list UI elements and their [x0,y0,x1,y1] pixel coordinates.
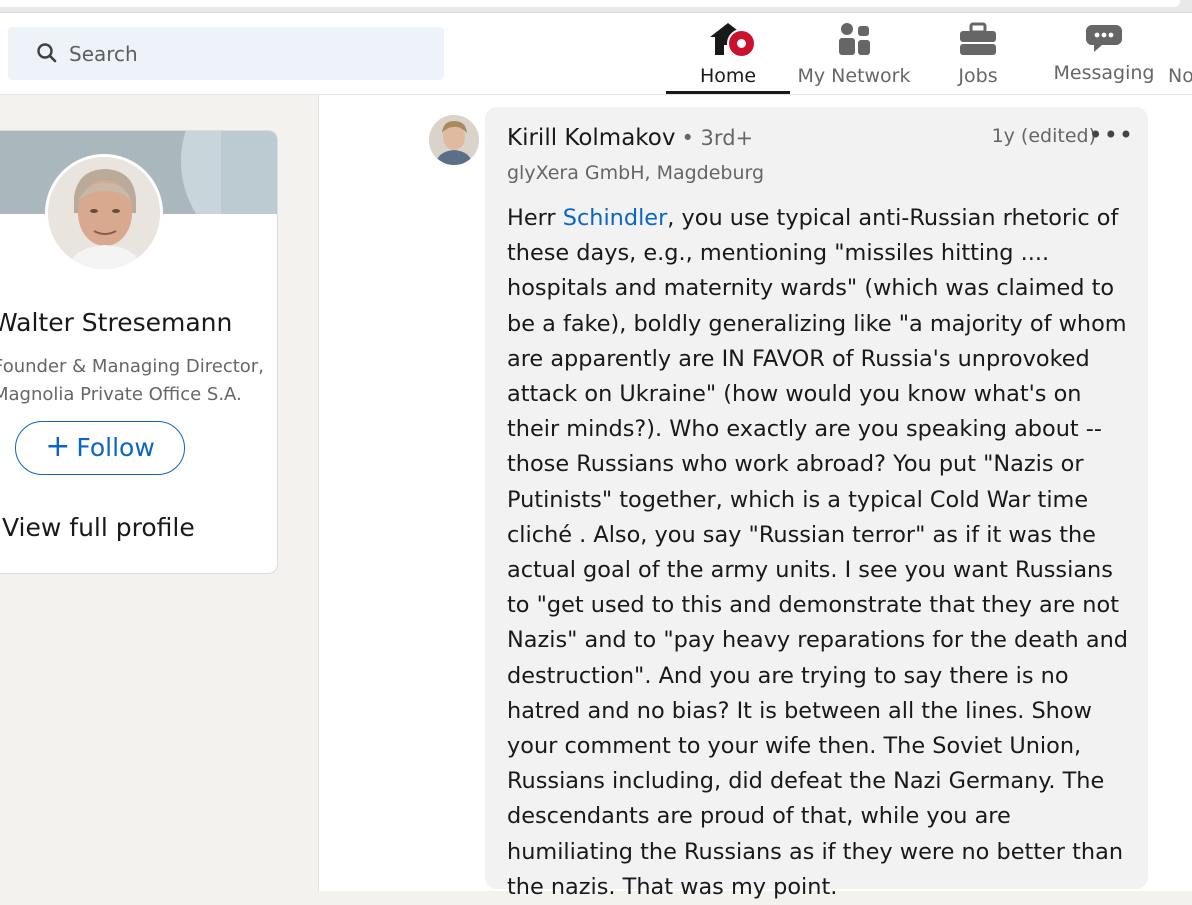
nav-my-network-label: My Network [797,65,911,87]
nav-jobs-label: Jobs [958,65,998,87]
profile-headline-line2: Magnolia Private Office S.A. [0,384,242,405]
nav-notifications-label: No [1168,65,1192,87]
comment-author-name[interactable]: Kirill Kolmakov [507,125,676,151]
comment-text-body: , you use typical anti-Russian rhetoric … [507,205,1128,900]
nav-my-network[interactable]: My Network [792,13,916,94]
nav-messaging[interactable]: Messaging [1048,13,1160,94]
comment-text-prefix: Herr [507,205,563,231]
nav-messaging-label: Messaging [1053,62,1155,84]
profile-card: Walter Stresemann Founder & Managing Dir… [0,130,278,574]
nav-notifications[interactable]: No [1168,13,1192,94]
commenter-avatar[interactable] [429,115,479,165]
plus-icon: + [45,429,71,464]
mention-link[interactable]: Schindler [563,205,668,231]
comment-feed: Kirill Kolmakov • 3rd+ 1y (edited) ••• gl… [319,95,1192,900]
profile-name[interactable]: Walter Stresemann [0,308,232,337]
comment-bubble: Kirill Kolmakov • 3rd+ 1y (edited) ••• gl… [485,107,1148,900]
search-placeholder: Search [69,42,138,66]
notification-badge [727,29,756,58]
profile-avatar[interactable] [45,154,163,272]
follow-button[interactable]: + Follow [15,421,185,475]
profile-headline-line1: Founder & Managing Director, [0,356,264,377]
chat-icon [1084,21,1124,59]
people-icon [834,21,874,61]
left-sidebar: Walter Stresemann Founder & Managing Dir… [0,95,319,891]
search-input[interactable]: Search [8,27,444,80]
view-full-profile-link[interactable]: View full profile [2,513,195,542]
nav-jobs[interactable]: Jobs [930,13,1026,94]
active-indicator [666,91,790,94]
search-icon [36,42,58,68]
comment-author[interactable]: Kirill Kolmakov • 3rd+ [507,125,753,151]
global-nav: Search Home My Network Jobs Messaging No [0,13,1192,95]
follow-label: Follow [76,433,155,462]
profile-headline: Founder & Managing Director, Magnolia Pr… [0,353,264,409]
ellipsis-icon[interactable]: ••• [1089,121,1134,149]
briefcase-icon [958,21,998,61]
window-top-strip [0,0,1192,13]
comment-timestamp: 1y (edited) [991,125,1096,147]
nav-home[interactable]: Home [666,13,790,94]
connection-degree: • 3rd+ [681,126,754,150]
comment-text: Herr Schindler, you use typical anti-Rus… [507,201,1132,905]
nav-home-label: Home [699,65,757,87]
comment-author-headline: glyXera GmbH, Magdeburg [507,162,765,184]
